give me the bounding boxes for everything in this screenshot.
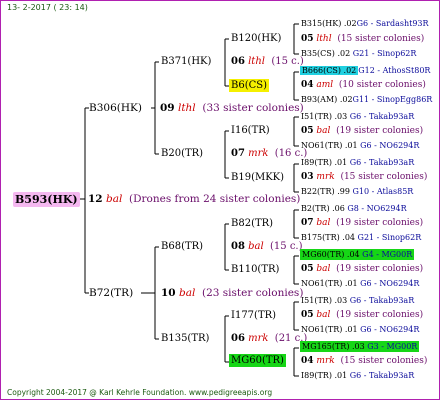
gen5-b2[interactable]: B2(TR) .06 G8 - NO6294R	[301, 205, 407, 213]
gen3-b135[interactable]: B135(TR)	[161, 334, 209, 344]
gen5-i51-b[interactable]: I51(TR) .03 G6 - Takab93aR	[301, 297, 414, 305]
gen4-i16-info: 05 bal (19 sister colonies)	[301, 126, 424, 136]
gen4-b6[interactable]: B6(CS)	[229, 79, 270, 92]
gen3-b135-info: 06 mrk (21 c.)	[231, 333, 308, 344]
gen5-i89-a[interactable]: I89(TR) .01 G6 - Takab93aR	[301, 159, 414, 167]
root-drones-note: (Drones from 24 sister colonies)	[129, 193, 301, 205]
gen2-b306[interactable]: B306(HK)	[89, 103, 142, 114]
gen5-b22[interactable]: B22(TR) .99 G10 - Atlas85R	[301, 188, 413, 196]
root-mating-info: 12 bal (Drones from 24 sister colonies)	[88, 194, 300, 205]
gen5-b35[interactable]: B35(CS) .02 G21 - Sinop62R	[301, 50, 416, 58]
gen2-b72-info: 10 bal (23 sister colonies)	[161, 287, 304, 299]
gen5-i89-b[interactable]: I89(TR) .01 G6 - Takab93aR	[301, 372, 414, 380]
gen3-b20[interactable]: B20(TR)	[161, 149, 203, 159]
gen4-b19-info: 03 mrk (15 sister colonies)	[301, 172, 428, 182]
gen4-b110-info: 05 bal (19 sister colonies)	[301, 264, 424, 274]
gen3-b68[interactable]: B68(TR)	[161, 242, 203, 252]
gen4-b82[interactable]: B82(TR)	[231, 219, 273, 229]
gen4-b110[interactable]: B110(TR)	[231, 265, 279, 275]
gen5-b666[interactable]: B666(CS) .02 G12 - AthosSt80R	[300, 66, 430, 75]
gen4-b82-info: 07 bal (19 sister colonies)	[301, 218, 424, 228]
gen5-no61-c[interactable]: NO61(TR) .01 G6 - NO6294R	[301, 326, 419, 334]
gen2-b72[interactable]: B72(TR)	[89, 288, 133, 299]
gen4-mg60-info: 04 mrk (15 sister colonies)	[301, 356, 428, 366]
gen3-b68-info: 08 bal (15 c.)	[231, 241, 303, 252]
gen3-b371-info: 06 lthl (15 c.)	[231, 56, 304, 67]
gen4-b6-info: 04 aml (10 sister colonies)	[301, 80, 426, 90]
gen5-mg60-a[interactable]: MG60(TR) .04 G4 - MG00R	[300, 249, 415, 260]
root-queen-id: B593(HK)	[13, 192, 80, 207]
gen5-b175[interactable]: B175(TR) .04 G21 - Sinop62R	[301, 234, 421, 242]
gen2-b306-info: 09 lthl (33 sister colonies)	[160, 102, 304, 114]
gen4-b19[interactable]: B19(MKK)	[231, 173, 284, 183]
gen5-i51-a[interactable]: I51(TR) .03 G6 - Takab93aR	[301, 113, 414, 121]
root-queen[interactable]: B593(HK)	[13, 192, 80, 207]
pedigree-frame: 13- 2-2017 ( 23: 14) B593(HK) 12 bal (Dr…	[0, 0, 440, 400]
root-race: bal	[105, 193, 123, 205]
gen4-i177[interactable]: I177(TR)	[231, 311, 276, 321]
gen4-b120-info: 05 lthl (15 sister colonies)	[301, 34, 425, 44]
gen5-no61-a[interactable]: NO61(TR) .01 G6 - NO6294R	[301, 142, 419, 150]
gen4-i16[interactable]: I16(TR)	[231, 126, 270, 136]
gen5-mg165[interactable]: MG165(TR) .03 G3 - MG00R	[300, 341, 420, 352]
gen5-b315[interactable]: B315(HK) .02G6 - Sardasht93R	[301, 20, 429, 28]
gen5-b93[interactable]: B93(AM) .02G11 - SinopEgg86R	[301, 96, 432, 104]
copyright-footer: Copyright 2004-2017 @ Karl Kehrle Founda…	[7, 388, 273, 397]
gen3-b20-info: 07 mrk (16 c.)	[231, 148, 308, 159]
gen4-mg60-label: MG60(TR)	[229, 354, 286, 367]
date-label: 13- 2-2017 ( 23: 14)	[7, 3, 88, 12]
gen4-b120[interactable]: B120(HK)	[231, 34, 281, 44]
gen5-no61-b[interactable]: NO61(TR) .01 G6 - NO6294R	[301, 280, 419, 288]
gen4-mg60[interactable]: MG60(TR)	[229, 354, 286, 367]
gen4-i177-info: 05 bal (19 sister colonies)	[301, 310, 424, 320]
gen4-b6-label: B6(CS)	[229, 79, 270, 92]
root-number: 12	[88, 193, 103, 205]
gen3-b371[interactable]: B371(HK)	[161, 57, 211, 67]
